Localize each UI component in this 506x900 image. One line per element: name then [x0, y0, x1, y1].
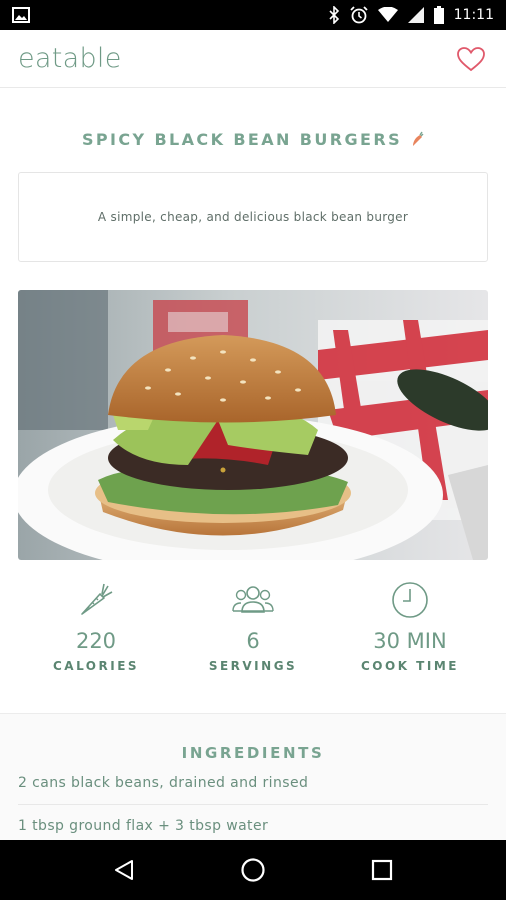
- alarm-icon: [350, 6, 368, 24]
- stat-servings: 6 SERVINGS: [175, 580, 331, 680]
- recipe-description: A simple, cheap, and delicious black bea…: [18, 172, 488, 262]
- recipe-title: SPICY BLACK BEAN BURGERS: [0, 129, 506, 149]
- servings-value: 6: [246, 629, 260, 653]
- home-button[interactable]: [223, 840, 283, 900]
- carrot-icon: [81, 583, 113, 615]
- ingredients-heading: INGREDIENTS: [181, 744, 325, 762]
- burger-photo: [18, 290, 488, 560]
- recipe-content[interactable]: SPICY BLACK BEAN BURGERS A simple, cheap…: [0, 88, 506, 840]
- home-icon: [241, 858, 265, 882]
- chili-pepper-icon: [413, 131, 424, 146]
- image-icon: [12, 7, 30, 23]
- stat-cook-time: 30 MIN COOK TIME: [332, 580, 488, 680]
- cook-time-label: COOK TIME: [361, 659, 459, 673]
- calories-label: CALORIES: [52, 659, 140, 673]
- bluetooth-icon: [328, 6, 340, 24]
- wifi-icon: [377, 7, 398, 23]
- calories-value: 220: [75, 629, 117, 653]
- recipe-title-text: SPICY BLACK BEAN BURGERS: [81, 129, 403, 149]
- servings-label: SERVINGS: [208, 659, 298, 673]
- back-icon: [115, 860, 134, 880]
- ingredients-section: INGREDIENTS 2 cans black beans, drained …: [0, 713, 506, 840]
- status-bar: 11:11: [0, 0, 506, 30]
- stat-calories: 220 CALORIES: [18, 580, 174, 680]
- recents-button[interactable]: [352, 840, 412, 900]
- cook-time-value: 30 MIN: [373, 629, 447, 653]
- favorite-button[interactable]: [454, 42, 488, 76]
- clock-icon: [392, 582, 428, 618]
- battery-icon: [433, 6, 444, 24]
- back-button[interactable]: [94, 840, 154, 900]
- ingredient-item: 1 tbsp ground flax + 3 tbsp water: [18, 805, 488, 840]
- app-bar: eatable: [0, 30, 506, 88]
- recipe-description-text: A simple, cheap, and delicious black bea…: [97, 210, 409, 224]
- recents-icon: [371, 859, 392, 881]
- people-icon: [232, 586, 274, 613]
- navigation-bar: [0, 840, 506, 900]
- app-title: eatable: [18, 43, 122, 74]
- ingredient-item: 2 cans black beans, drained and rinsed: [18, 762, 488, 805]
- signal-icon: [407, 7, 424, 23]
- recipe-stats: 220 CALORIES 6 SERVINGS 30 MIN COOK TIME: [0, 580, 506, 680]
- status-time: 11:11: [453, 7, 494, 23]
- heart-icon: [457, 46, 485, 71]
